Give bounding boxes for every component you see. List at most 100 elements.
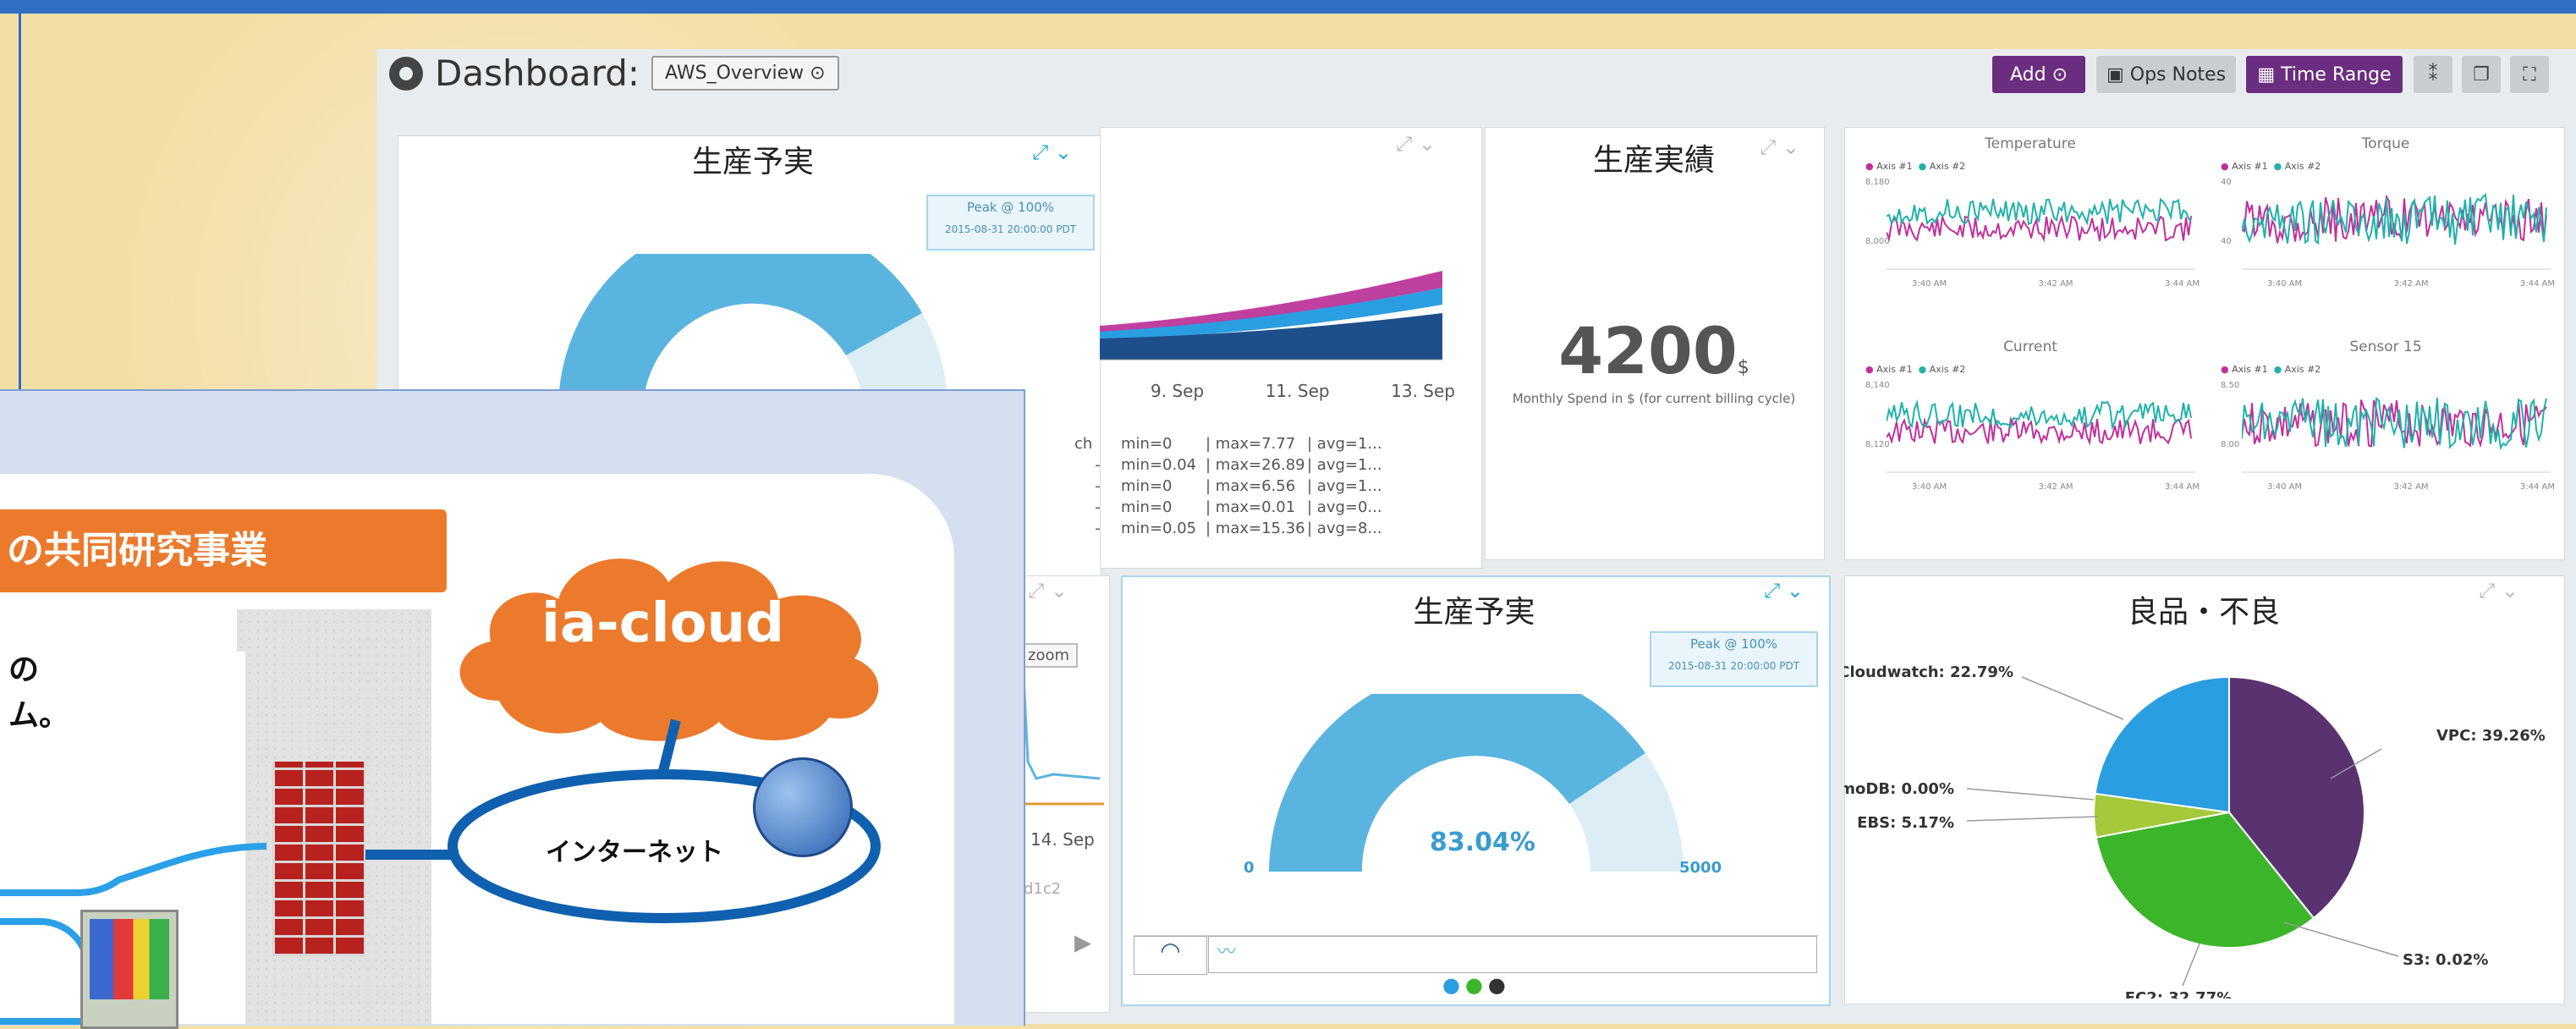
- zoom-next-icon[interactable]: ▸: [1074, 922, 1091, 961]
- dashboard-gear-icon: [389, 56, 423, 91]
- pie-label-connector: [1966, 788, 2095, 801]
- gauge2-value: 83.04%: [1430, 828, 1535, 857]
- internet-label: インターネット: [546, 838, 723, 867]
- pie-label-connector: [2021, 676, 2124, 720]
- legend-min: min=0.05: [1121, 520, 1197, 537]
- carousel-dot[interactable]: ●: [1442, 973, 1465, 997]
- area-legend-row: - min=0 | max=0.01 | avg=0...: [1074, 497, 1381, 518]
- sensor-legend: ● Axis #1 ● Axis #2: [2221, 161, 2321, 172]
- area-expand-icon[interactable]: ⤢ ⌄: [1396, 132, 1436, 156]
- variables-icon: ⁑: [2428, 63, 2438, 85]
- firewall-icon: [272, 762, 365, 956]
- sensor-series-line: [1887, 197, 2192, 227]
- sensor-chart: Current ● Axis #1 ● Axis #2 8,140 8,120 3:40…: [1861, 338, 2200, 533]
- area-tick: 11. Sep: [1265, 381, 1330, 401]
- gauge-tab-icon[interactable]: ◠: [1134, 936, 1207, 975]
- kpi-expand-icon[interactable]: ⤢ ⌄: [1760, 135, 1799, 159]
- carousel-dot[interactable]: ●: [1488, 973, 1511, 997]
- gauge1-arc: [558, 254, 947, 406]
- calendar-icon: ▦: [2257, 63, 2276, 85]
- gauge2-tab-bar: ◠ 〰: [1134, 935, 1819, 975]
- add-button[interactable]: Add ⊙: [1992, 56, 2085, 93]
- network-cable: [0, 843, 267, 896]
- gauge1-peak-annotation: Peak @ 100% 2015-08-31 20:00:00 PDT: [926, 195, 1095, 250]
- clone-icon: ❐: [2473, 63, 2490, 85]
- zoom-expand-icon[interactable]: ⤢ ⌄: [1028, 579, 1068, 603]
- area-x-ticks: 9. Sep 11. Sep 13. Sep: [1151, 381, 1455, 401]
- legend-avg: | avg=1...: [1307, 435, 1382, 453]
- dashboard-selector[interactable]: AWS_Overview ⊙: [651, 56, 839, 91]
- legend-min: min=0.04: [1121, 456, 1197, 474]
- carousel-dot[interactable]: ●: [1465, 973, 1488, 997]
- sensor-series-line: [1887, 399, 2192, 431]
- sensor-x-tick: 3:40 AM: [1912, 279, 1947, 289]
- gauge2-min: 0: [1244, 859, 1255, 877]
- cloud-label: ia-cloud: [541, 592, 784, 655]
- area-tick: 9. Sep: [1151, 381, 1205, 401]
- overlay-banner: の共同研究事業: [0, 509, 447, 592]
- notes-icon: ▣: [2106, 63, 2124, 85]
- gauge2-expand-icon[interactable]: ⤢ ⌄: [1764, 579, 1804, 603]
- add-label: Add: [2009, 63, 2046, 85]
- sensor-plot: [2242, 396, 2551, 473]
- clone-button[interactable]: ❐: [2462, 56, 2501, 93]
- left-frame-border: [0, 14, 21, 420]
- legend-avg: | avg=1...: [1307, 456, 1382, 474]
- legend-max: | max=6.56: [1206, 477, 1296, 495]
- time-range-label: Time Range: [2281, 63, 2392, 85]
- pie-data-label: S3: 0.02%: [2403, 951, 2488, 969]
- gauge1-peak-label: Peak @ 100%: [966, 200, 1055, 215]
- pie-data-label: VPC: 39.26%: [2436, 727, 2546, 745]
- ops-notes-button[interactable]: ▣ Ops Notes: [2096, 56, 2236, 93]
- sensor-x-tick: 3:44 AM: [2519, 482, 2555, 492]
- legend-prefix: ch: [1074, 435, 1093, 453]
- pie-chart: VPC: 39.26% S3: 0.02% EC2: 32.77% EBS: 5.17…: [1844, 663, 2546, 999]
- sensor-x-ticks: 3:40 AM 3:42 AM 3:44 AM: [2267, 482, 2555, 492]
- chart-tab-icon[interactable]: 〰: [1208, 936, 1817, 973]
- area-legend-row: - min=0 | max=6.56 | avg=1...: [1074, 476, 1382, 497]
- zoom-chart: [1019, 677, 1104, 806]
- sensor-series-line: [2242, 396, 2547, 451]
- gauge1-expand-icon[interactable]: ⤢ ⌄: [1032, 140, 1072, 164]
- fullscreen-button[interactable]: ⛶: [2510, 56, 2549, 93]
- legend-avg: | avg=8...: [1307, 520, 1382, 537]
- area-legend-row: - min=0.05 | max=15.36 | avg=8...: [1074, 518, 1382, 539]
- carousel-dots[interactable]: ●●●: [1442, 973, 1511, 997]
- sensor-chart: Sensor 15 ● Axis #1 ● Axis #2 8.50 8.00 3:40…: [2216, 338, 2555, 533]
- legend-max: | max=0.01: [1206, 498, 1296, 516]
- legend-prefix: -: [1095, 498, 1101, 516]
- variables-button[interactable]: ⁑: [2414, 56, 2452, 93]
- globe-icon: [753, 757, 853, 857]
- pie-label-connector: [2182, 943, 2200, 987]
- sensor-x-tick: 3:42 AM: [2393, 482, 2429, 492]
- gauge1-peak-date: 2015-08-31 20:00:00 PDT: [944, 223, 1077, 235]
- pie-label-connector: [2283, 922, 2399, 957]
- sensor-plot: [1887, 399, 2195, 473]
- sensor-x-tick: 3:42 AM: [2393, 279, 2429, 289]
- overlay-text-2: ム。: [8, 698, 70, 733]
- sensor-x-tick: 3:44 AM: [2164, 279, 2200, 289]
- sensor-x-tick: 3:40 AM: [2267, 279, 2303, 289]
- fullscreen-icon: ⛶: [2523, 63, 2536, 85]
- sensor-x-tick: 3:40 AM: [2267, 482, 2303, 492]
- legend-avg: | avg=1...: [1307, 477, 1382, 495]
- overlay-text-1: の: [8, 652, 40, 687]
- sensor-x-ticks: 3:40 AM 3:42 AM 3:44 AM: [2267, 279, 2555, 289]
- hmi-panel-icon: [80, 910, 179, 1029]
- time-range-button[interactable]: ▦ Time Range: [2246, 56, 2403, 93]
- sensor-series-line: [2242, 399, 2547, 448]
- ops-notes-label: Ops Notes: [2129, 63, 2227, 85]
- sensor-y-tick: 40: [2221, 178, 2232, 187]
- zoom-button[interactable]: zoom: [1019, 643, 1079, 668]
- pie-expand-icon[interactable]: ⤢ ⌄: [2479, 579, 2518, 603]
- legend-min: min=0: [1121, 435, 1173, 453]
- pie-slice-cloudwatch[interactable]: [2094, 675, 2230, 814]
- sensor-title: Torque: [2361, 135, 2410, 152]
- area-legend-row: - min=0.04 | max=26.89 | avg=1...: [1074, 454, 1382, 476]
- sensor-plot: [2242, 193, 2551, 270]
- pie-data-label: EBS: 5.17%: [1857, 814, 1954, 832]
- legend-max: | max=26.89: [1206, 456, 1305, 474]
- gauge1-title: 生産予実: [584, 137, 922, 181]
- pie-data-label: Cloudwatch: 22.79%: [1844, 663, 2013, 681]
- zoom-tick: 14. Sep: [1030, 829, 1095, 850]
